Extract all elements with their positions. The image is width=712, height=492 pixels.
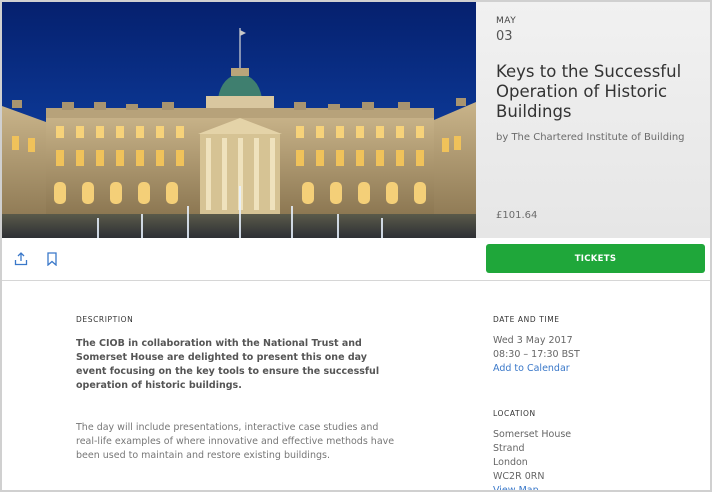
event-date: Wed 3 May 2017 xyxy=(493,335,573,346)
location-heading: LOCATION xyxy=(493,409,536,418)
event-summary-panel: MAY 03 Keys to the Successful Operation … xyxy=(476,2,710,238)
event-organizer[interactable]: by The Chartered Institute of Building xyxy=(496,132,685,143)
action-bar: TICKETS xyxy=(2,238,710,281)
description-heading: DESCRIPTION xyxy=(76,315,134,324)
location-line: WC2R 0RN xyxy=(493,471,545,482)
event-time: 08:30 – 17:30 BST xyxy=(493,349,580,360)
event-month: MAY xyxy=(496,16,517,26)
description-lead: The CIOB in collaboration with the Natio… xyxy=(76,338,380,391)
share-button[interactable] xyxy=(12,250,30,268)
add-to-calendar-link[interactable]: Add to Calendar xyxy=(493,362,570,376)
somerset-house-photo xyxy=(2,2,476,238)
event-price: £101.64 xyxy=(496,210,538,221)
hero-image xyxy=(2,2,476,238)
location-line: London xyxy=(493,457,528,468)
share-icon xyxy=(14,252,28,266)
bookmark-button[interactable] xyxy=(43,250,61,268)
view-map-link[interactable]: View Map xyxy=(493,484,539,490)
tickets-button[interactable]: TICKETS xyxy=(486,244,705,273)
event-page: MAY 03 Keys to the Successful Operation … xyxy=(0,0,712,492)
event-title: Keys to the Successful Operation of Hist… xyxy=(496,62,682,121)
event-day: 03 xyxy=(496,29,513,44)
bookmark-icon xyxy=(47,252,57,266)
date-time-heading: DATE AND TIME xyxy=(493,315,560,324)
location-line: Strand xyxy=(493,443,525,454)
description-body: The day will include presentations, inte… xyxy=(76,422,395,461)
location-line: Somerset House xyxy=(493,429,572,440)
